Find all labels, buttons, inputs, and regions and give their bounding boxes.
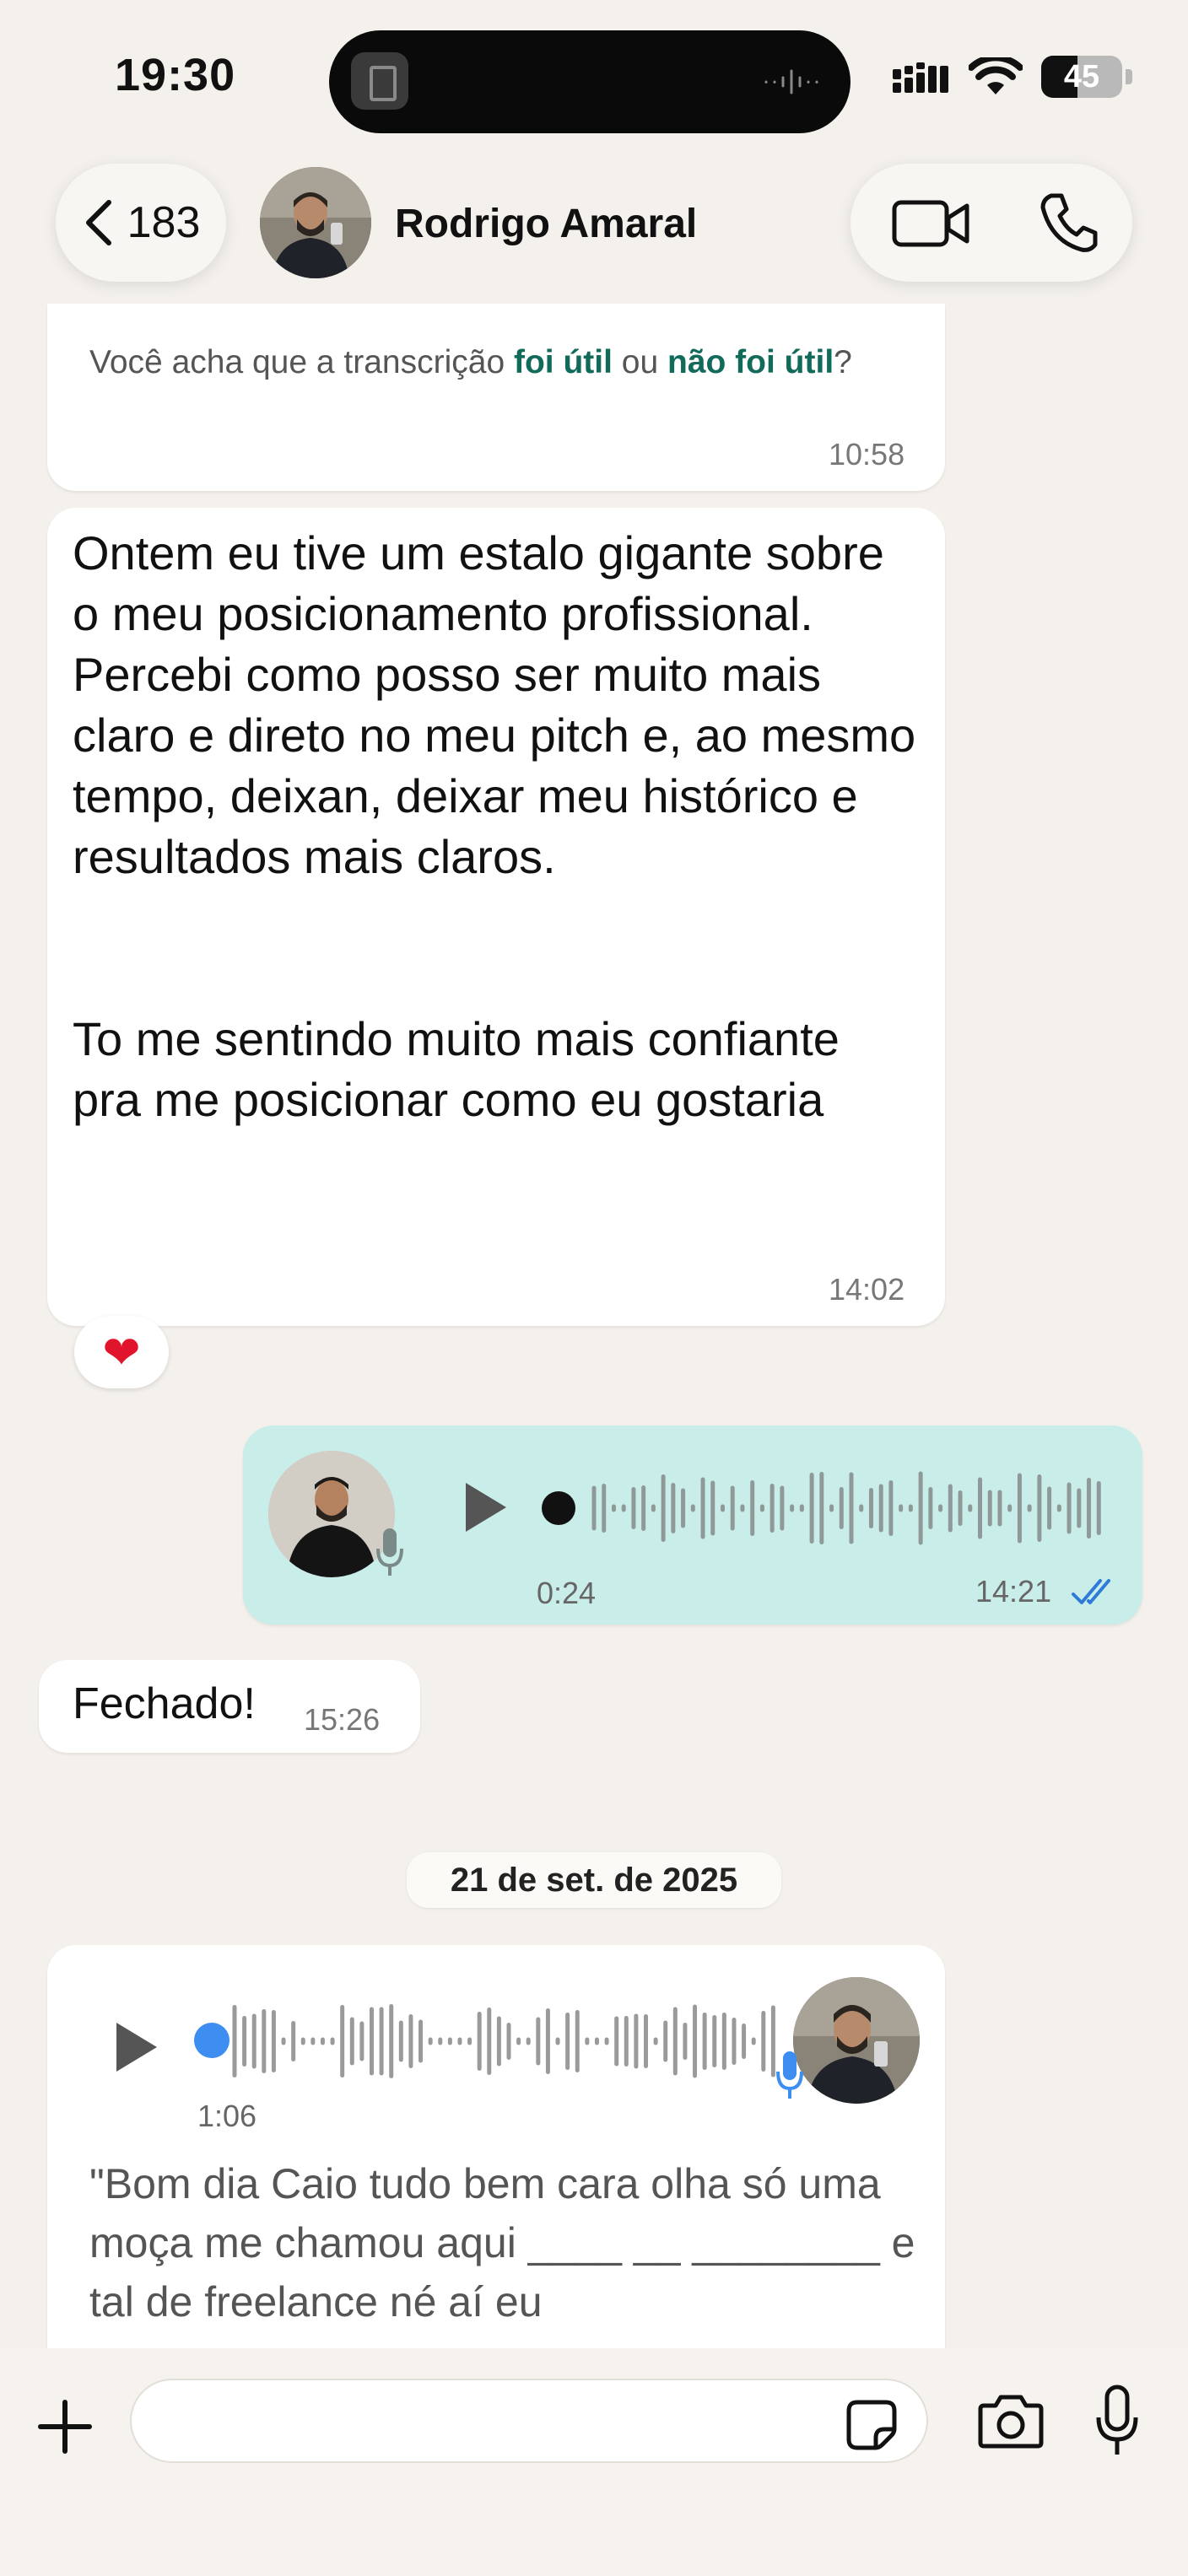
voice-transcript: "Bom dia Caio tudo bem cara olha só uma … (89, 2160, 915, 2325)
heart-icon: ❤ (102, 1327, 141, 1378)
status-time: 19:30 (115, 50, 236, 100)
microphone-icon (376, 1528, 403, 1576)
plus-icon[interactable] (35, 2397, 94, 2456)
transcription-feedback-bubble: Você acha que a transcrição foi útil ou … (47, 304, 945, 491)
voice-waveform[interactable] (591, 1469, 1114, 1547)
feedback-prefix: Você acha que a transcrição (89, 344, 514, 380)
message-time: 15:26 (304, 1702, 381, 1737)
message-text: Fechado! (73, 1679, 256, 1728)
live-activity-app-icon (351, 52, 408, 110)
feedback-not-useful-link[interactable]: não foi útil (667, 344, 834, 380)
feedback-useful-link[interactable]: foi útil (514, 344, 613, 380)
camera-icon[interactable] (977, 2392, 1045, 2449)
chevron-left-icon (85, 200, 111, 245)
read-checkmarks-icon (1072, 1579, 1110, 1604)
avatar-photo (260, 167, 371, 278)
message-text: Ontem eu tive um estalo gigante sobre o … (73, 526, 916, 1126)
incoming-text-message[interactable]: Ontem eu tive um estalo gigante sobre o … (47, 508, 945, 1326)
transcription-feedback-question: Você acha que a transcrição foi útil ou … (89, 337, 899, 388)
battery-percent: 45 (1063, 58, 1100, 94)
outgoing-voice-message[interactable]: 0:24 14:21 (243, 1425, 1142, 1625)
phone-icon[interactable] (1038, 191, 1099, 255)
back-button[interactable]: 183 (56, 164, 226, 282)
message-composer (0, 2348, 1188, 2576)
feedback-suffix: ? (834, 344, 852, 380)
sticker-icon[interactable] (845, 2399, 898, 2451)
message-input[interactable] (130, 2379, 928, 2463)
date-separator: 21 de set. de 2025 (407, 1852, 781, 1908)
voice-waveform[interactable] (231, 2002, 788, 2080)
video-call-icon[interactable] (891, 197, 972, 250)
microphone-icon[interactable] (1094, 2384, 1141, 2458)
playback-position-dot[interactable] (194, 2023, 230, 2058)
battery-icon: 45 (1041, 56, 1122, 98)
wifi-icon (969, 57, 1023, 94)
message-time: 14:21 (975, 1574, 1052, 1609)
status-bar: 19:30 45 (0, 0, 1188, 152)
unread-count: 183 (127, 198, 201, 247)
battery-cap (1126, 69, 1132, 84)
heart-reaction[interactable]: ❤ (74, 1316, 169, 1388)
message-time: 14:02 (829, 1272, 905, 1307)
audio-waveform-icon (764, 69, 818, 94)
sender-avatar (793, 1977, 920, 2104)
message-time: 10:58 (829, 437, 905, 472)
microphone-icon (776, 2051, 803, 2099)
status-indicators: 45 (891, 56, 1132, 98)
feedback-middle: ou (612, 344, 668, 380)
voice-duration: 0:24 (537, 1576, 597, 1610)
playback-position-dot[interactable] (542, 1491, 575, 1525)
voice-duration: 1:06 (197, 2099, 257, 2133)
play-icon[interactable] (459, 1478, 510, 1537)
contact-avatar[interactable] (260, 167, 371, 278)
avatar-photo (793, 1977, 920, 2104)
incoming-text-message[interactable]: Fechado! 15:26 (39, 1660, 420, 1753)
dynamic-island (329, 30, 850, 133)
contact-name[interactable]: Rodrigo Amaral (395, 201, 697, 247)
play-icon[interactable] (110, 2018, 160, 2077)
call-actions (850, 164, 1132, 282)
signal-icon (893, 62, 948, 93)
incoming-voice-message[interactable]: 1:06 "Bom dia Caio tudo bem cara olha só… (47, 1945, 945, 2417)
